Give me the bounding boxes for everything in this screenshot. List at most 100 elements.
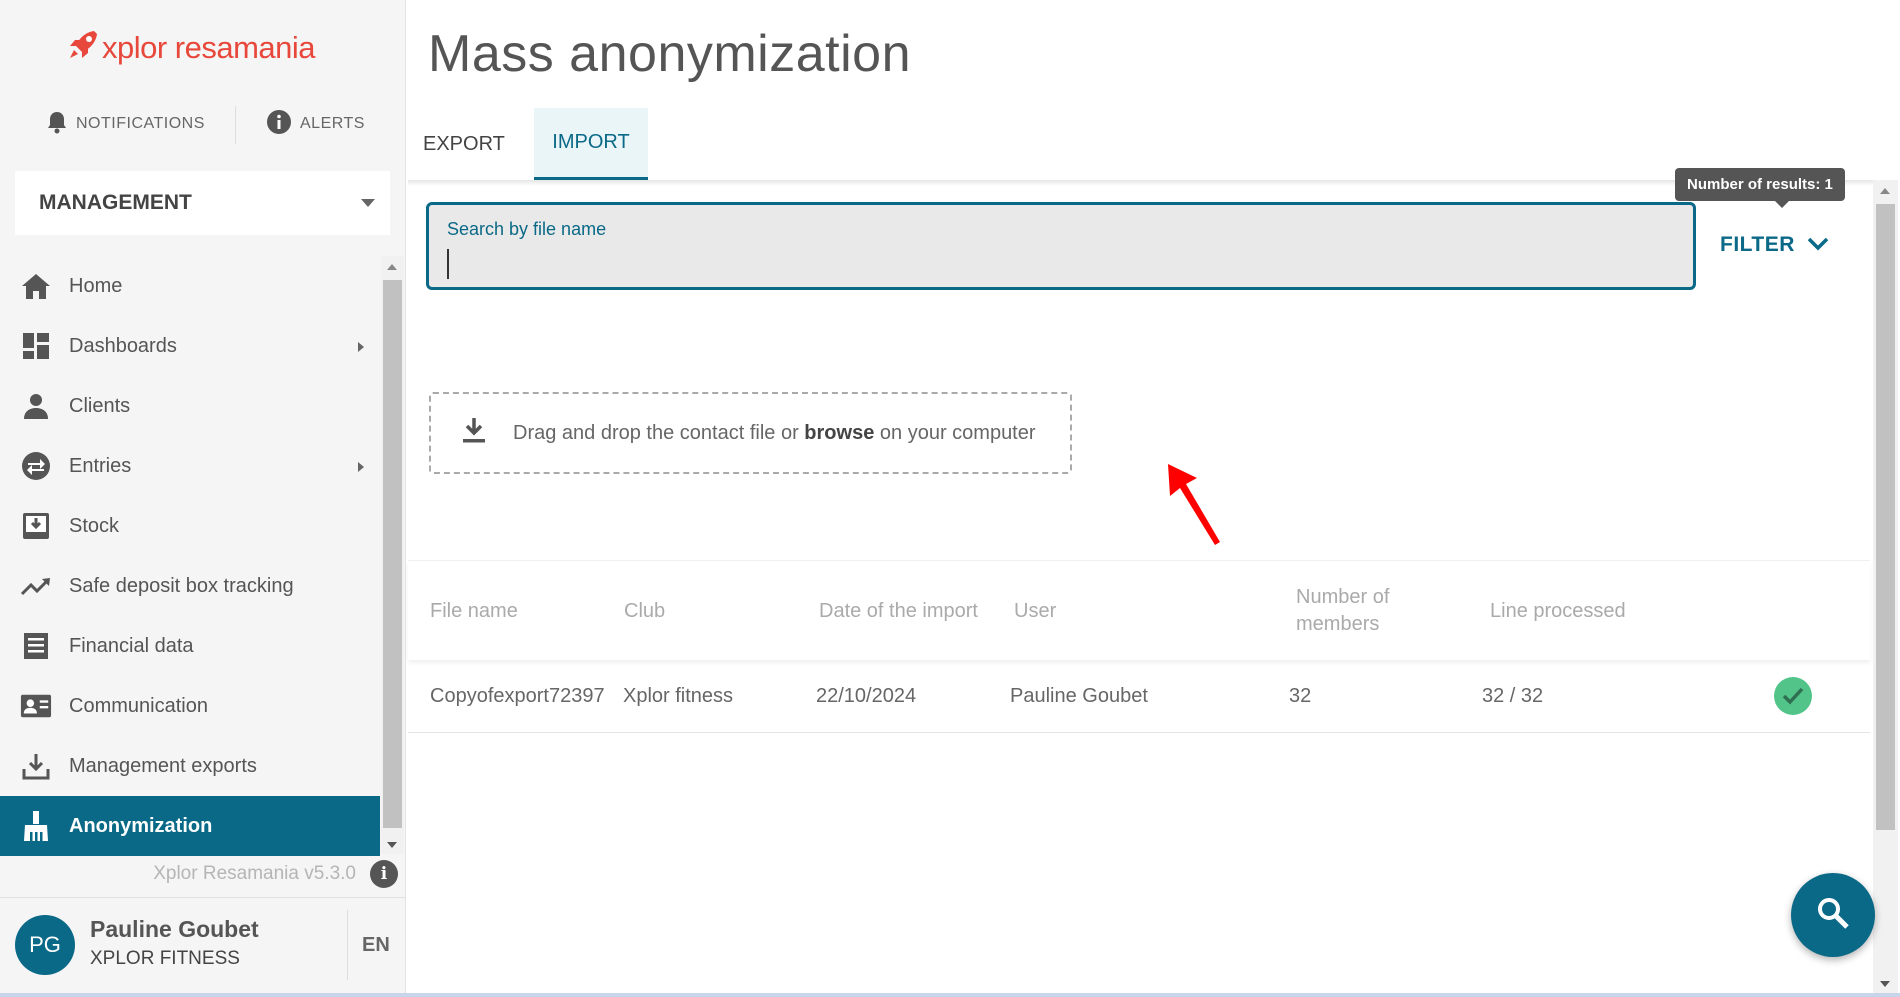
tab-import[interactable]: IMPORT [534, 108, 648, 180]
user-profile: PG Pauline Goubet XPLOR FITNESS EN [0, 897, 406, 997]
dashboard-icon [20, 330, 52, 362]
sidebar-item-clients[interactable]: Clients [0, 376, 380, 436]
bell-icon [46, 110, 68, 139]
bottom-edge [0, 993, 1900, 997]
list-icon [20, 630, 52, 662]
sidebar-item-label: Clients [69, 394, 131, 417]
cell-lines: 32 / 32 [1482, 685, 1544, 707]
sidebar-scrollbar[interactable] [381, 256, 404, 854]
search-field[interactable]: Search by file name [426, 202, 1696, 290]
notification-bar: NOTIFICATIONS ALERTS [0, 104, 406, 144]
avatar[interactable]: PG [15, 915, 75, 975]
dropzone-text: Drag and drop the contact file or browse… [513, 422, 1036, 445]
dropzone-text-after: on your computer [879, 421, 1036, 444]
scroll-down-icon[interactable] [1880, 981, 1890, 987]
notifications-label: NOTIFICATIONS [76, 115, 205, 132]
home-icon [20, 270, 52, 302]
file-download-icon [461, 416, 487, 450]
cell-members: 32 [1289, 685, 1312, 707]
table-row[interactable]: Copyofexport72397 Xplor fitness 22/10/20… [408, 660, 1870, 733]
app-window: xplor resamania NOTIFICATIONS ALERTS MAN… [0, 0, 1900, 997]
column-header-file-name[interactable]: File name [430, 561, 610, 661]
column-header-date[interactable]: Date of the import [819, 561, 1019, 661]
sidebar-item-label: Entries [69, 454, 132, 477]
sidebar-item-label: Stock [69, 514, 120, 537]
filter-button[interactable]: FILTER [1720, 228, 1829, 262]
sidebar-item-home[interactable]: Home [0, 256, 380, 316]
sidebar-item-safe-deposit[interactable]: Safe deposit box tracking [0, 556, 380, 616]
sidebar-item-dashboards[interactable]: Dashboards [0, 316, 380, 376]
main-content: Mass anonymization EXPORT IMPORT Number … [408, 0, 1900, 997]
sidebar-item-management-exports[interactable]: Management exports [0, 736, 380, 796]
notifications-button[interactable]: NOTIFICATIONS [46, 110, 205, 139]
sidebar-item-label: Communication [69, 694, 208, 717]
cell-club: Xplor fitness [623, 685, 734, 707]
contact-card-icon [20, 690, 52, 722]
cell-file-name: Copyofexport72397 [430, 685, 605, 707]
language-switch[interactable]: EN [362, 934, 390, 957]
sidebar-item-label: Home [69, 274, 123, 297]
dropzone-text-before: Drag and drop the contact file or [513, 421, 799, 444]
caret-down-icon [361, 199, 375, 207]
results-count-tooltip: Number of results: 1 [1675, 168, 1845, 208]
search-fab-button[interactable] [1791, 873, 1875, 957]
info-icon [266, 109, 292, 140]
inventory-icon [20, 510, 52, 542]
sidebar-item-stock[interactable]: Stock [0, 496, 380, 556]
success-check-icon [1774, 677, 1812, 715]
column-header-lines[interactable]: Line processed [1490, 561, 1710, 661]
trending-up-icon [20, 570, 52, 602]
column-header-user[interactable]: User [1014, 561, 1194, 661]
sidebar-nav: Home Dashboards Clients Entries Stock Sa… [0, 256, 380, 856]
column-header-club[interactable]: Club [624, 561, 804, 661]
section-select[interactable]: MANAGEMENT [15, 171, 390, 235]
cell-user: Pauline Goubet [1010, 685, 1148, 707]
sidebar-item-label: Financial data [69, 634, 194, 657]
tab-bar: EXPORT IMPORT [408, 108, 648, 180]
sidebar-item-anonymization[interactable]: Anonymization [0, 796, 380, 856]
search-icon [1816, 896, 1850, 935]
file-dropzone[interactable]: Drag and drop the contact file or browse… [429, 392, 1072, 474]
sidebar-item-label: Safe deposit box tracking [69, 574, 294, 597]
chevron-right-icon [358, 462, 364, 472]
version-text: Xplor Resamania v5.3.0 [153, 863, 356, 884]
search-label: Search by file name [447, 219, 607, 239]
divider [235, 106, 236, 144]
scroll-up-icon[interactable] [387, 264, 397, 270]
scrollbar-thumb[interactable] [383, 280, 402, 828]
logo-text: xplor resamania [102, 29, 316, 65]
alerts-button[interactable]: ALERTS [266, 109, 365, 140]
sidebar-item-financial-data[interactable]: Financial data [0, 616, 380, 676]
section-select-value: MANAGEMENT [39, 191, 192, 214]
version-row: Xplor Resamania v5.3.0 i [0, 858, 406, 890]
sidebar-item-label: Dashboards [69, 334, 177, 357]
imports-table: File name Club Date of the import User N… [408, 560, 1870, 733]
sidebar-item-label: Anonymization [69, 814, 213, 837]
divider [347, 910, 348, 980]
browse-link[interactable]: browse [804, 422, 874, 444]
alerts-label: ALERTS [300, 115, 365, 132]
sidebar-item-label: Management exports [69, 754, 257, 777]
logo[interactable]: xplor resamania [66, 28, 316, 67]
page-title: Mass anonymization [428, 25, 911, 83]
sidebar-item-communication[interactable]: Communication [0, 676, 380, 736]
scroll-up-icon[interactable] [1880, 188, 1890, 194]
download-icon [20, 750, 52, 782]
rocket-logo-icon [66, 28, 100, 67]
scroll-down-icon[interactable] [387, 842, 397, 848]
red-annotation-arrow-icon [1168, 464, 1220, 545]
search-input[interactable] [447, 249, 1667, 279]
swap-icon [20, 450, 52, 482]
person-icon [20, 390, 52, 422]
broom-icon [20, 810, 52, 842]
sidebar-item-entries[interactable]: Entries [0, 436, 380, 496]
version-info-icon[interactable]: i [370, 860, 398, 888]
column-header-members[interactable]: Number of members [1296, 561, 1426, 661]
main-scrollbar[interactable] [1873, 180, 1898, 997]
scrollbar-thumb[interactable] [1876, 204, 1895, 830]
chevron-right-icon [358, 342, 364, 352]
cell-date: 22/10/2024 [816, 685, 917, 707]
chevron-down-icon [1807, 233, 1829, 257]
filter-label: FILTER [1720, 233, 1795, 256]
tab-export[interactable]: EXPORT [408, 108, 534, 180]
